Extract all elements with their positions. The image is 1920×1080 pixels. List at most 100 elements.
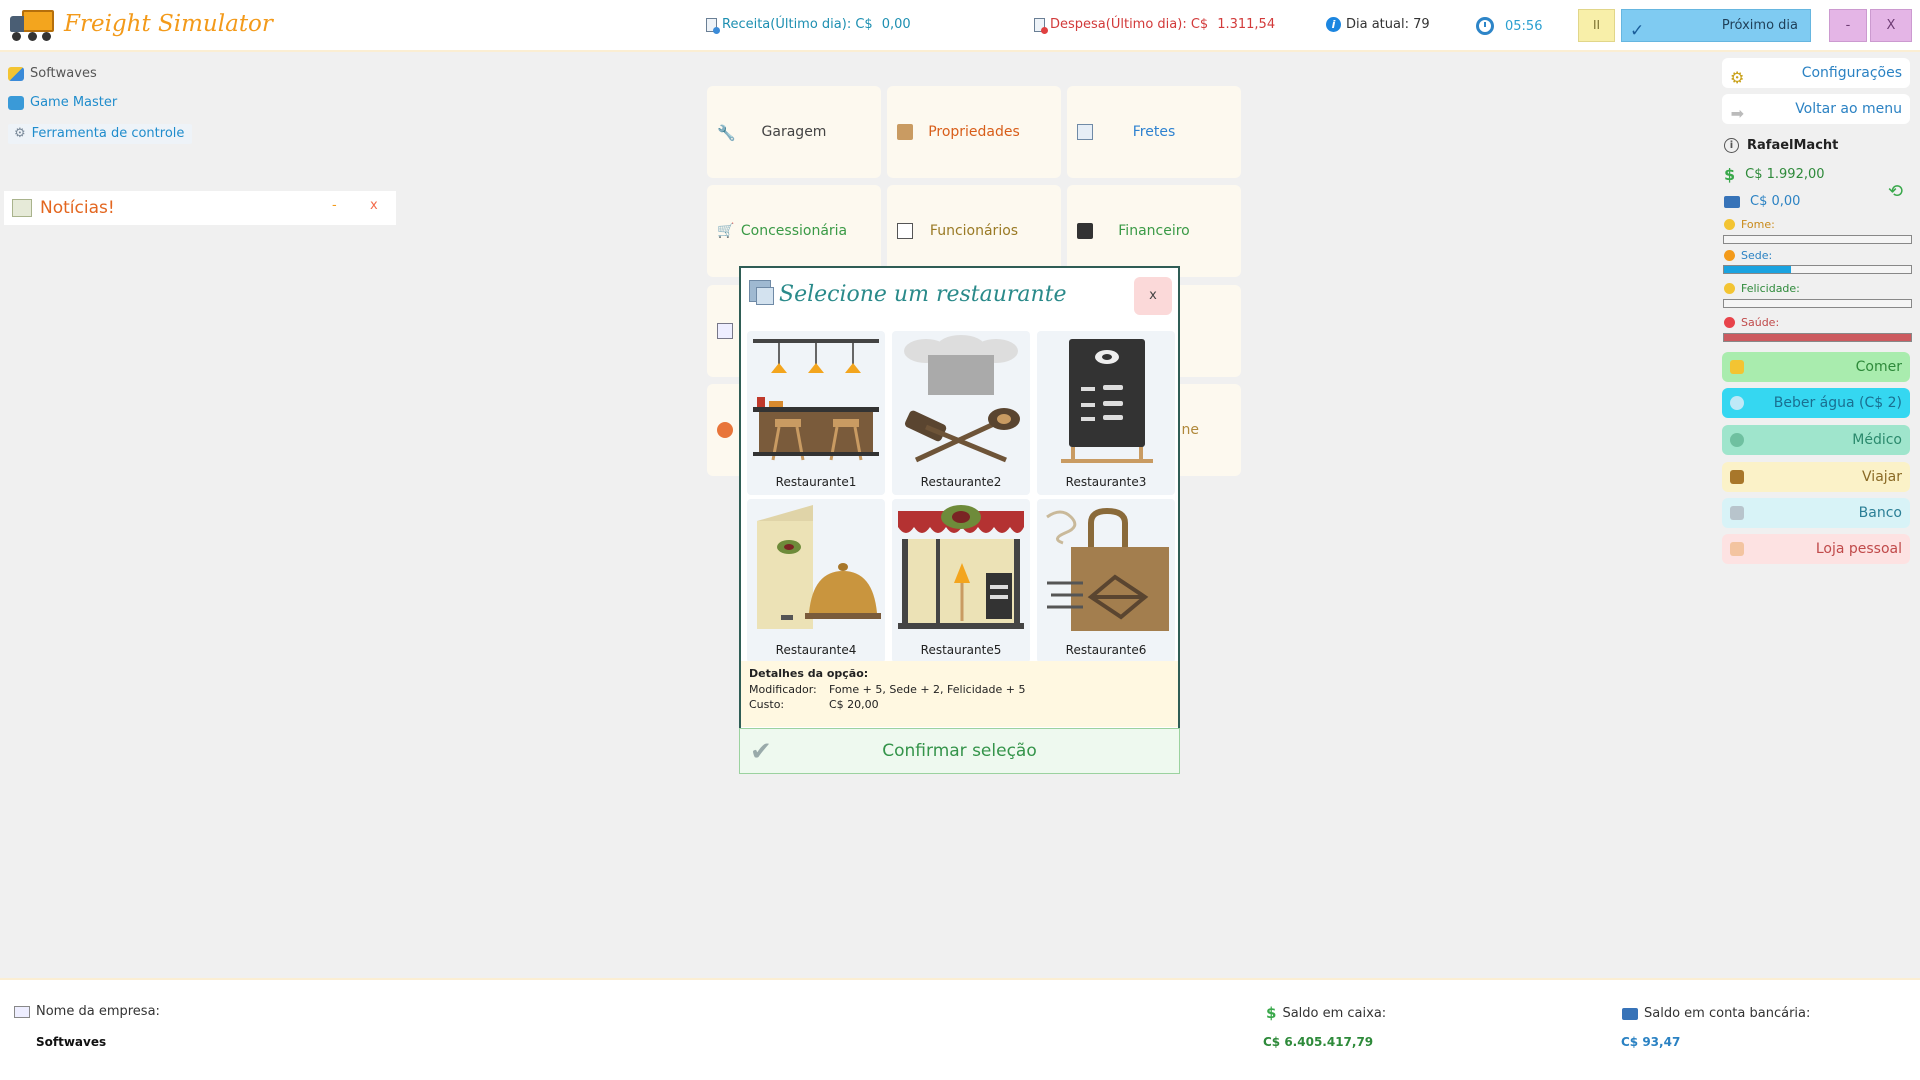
softwaves-link[interactable]: Softwaves (8, 66, 97, 81)
news-minimize-button[interactable]: - (332, 198, 337, 213)
bar-counter-icon (753, 339, 879, 461)
restaurant-option-3[interactable]: Restaurante3 (1037, 331, 1175, 495)
row4-right-label: ne (1181, 422, 1200, 438)
water-drop-icon (1730, 396, 1744, 410)
calculator-icon (1077, 223, 1093, 239)
restaurant-option-6-label: Restaurante6 (1065, 643, 1147, 657)
restaurant-option-2[interactable]: Restaurante2 (892, 331, 1030, 495)
freights-label: Fretes (1132, 124, 1176, 140)
company-name-label: Nome da empresa: (14, 1004, 160, 1019)
cart-icon: 🛒 (717, 223, 735, 239)
restaurant-option-6[interactable]: Restaurante6 (1037, 499, 1175, 663)
game-master-link[interactable]: Game Master (8, 95, 117, 110)
travel-button[interactable]: Viajar (1722, 462, 1910, 492)
restaurant-option-1[interactable]: Restaurante1 (747, 331, 885, 495)
player-cash-value: C$ 1.992,00 (1745, 167, 1825, 182)
close-button[interactable]: X (1870, 9, 1912, 42)
restaurant-option-5-label: Restaurante5 (920, 643, 1002, 657)
doctor-icon (1730, 433, 1744, 447)
bank-label-text: Saldo em conta bancária: (1644, 1006, 1811, 1021)
settings-button[interactable]: ⚙ Configurações (1722, 58, 1910, 88)
clock-time: 05:56 (1505, 18, 1543, 34)
confirm-selection-button[interactable]: ✔ Confirmar seleção (739, 728, 1180, 774)
garage-label: Garagem (761, 124, 827, 140)
takeout-bag-icon (1046, 507, 1169, 631)
checkmark-icon: ✔ (750, 737, 772, 767)
pill-icon (1724, 317, 1735, 328)
shop-icon (1730, 542, 1744, 556)
gear-icon: ⚙ (14, 126, 26, 141)
user-info: i RafaelMacht (1724, 138, 1838, 153)
cost-row: Custo: C$ 20,00 (749, 698, 1170, 711)
freight-document-icon (1077, 124, 1093, 140)
modal-header: Selecione um restaurante x (741, 268, 1178, 326)
option-details: Detalhes da opção: Modificador: Fome + 5… (741, 661, 1178, 727)
expense-stat: Despesa(Último dia): C$ 1.311,54 (1034, 17, 1275, 34)
app-title: Freight Simulator (64, 11, 273, 37)
modifier-label: Modificador: (749, 683, 817, 696)
restaurant-option-4[interactable]: Restaurante4 (747, 499, 885, 663)
username: RafaelMacht (1747, 138, 1839, 153)
list-icon (717, 323, 733, 339)
cash-label-text: Saldo em caixa: (1282, 1005, 1387, 1021)
current-day-label: Dia atual: 79 (1346, 17, 1430, 32)
revenue-label: Receita(Último dia): C$ (722, 17, 873, 32)
back-to-menu-button[interactable]: ➡ Voltar ao menu (1722, 94, 1910, 124)
dealership-label: Concessionária (740, 223, 848, 239)
news-close-button[interactable]: x (370, 198, 378, 213)
star-icon (1724, 283, 1735, 294)
minimize-button[interactable]: - (1829, 9, 1867, 42)
modal-close-button[interactable]: x (1134, 277, 1172, 315)
chef-hat-icon (904, 335, 1020, 463)
tile-dealership[interactable]: 🛒 Concessionária (707, 185, 881, 277)
drink-water-button[interactable]: Beber água (C$ 2) (1722, 388, 1910, 418)
restaurant-option-1-label: Restaurante1 (775, 475, 857, 489)
doctor-button[interactable]: Médico (1722, 425, 1910, 455)
drink-water-label: Beber água (C$ 2) (1773, 395, 1902, 411)
cash-balance-label: $ Saldo em caixa: (1266, 1004, 1386, 1022)
clipboard-icon (897, 223, 913, 239)
player-card-value: C$ 0,00 (1750, 194, 1801, 209)
tile-freights[interactable]: Fretes (1067, 86, 1241, 178)
thirst-bar (1723, 265, 1912, 274)
id-card-icon (14, 1005, 30, 1018)
current-day-stat: i Dia atual: 79 (1326, 17, 1430, 32)
credit-card-icon (1622, 1007, 1638, 1020)
control-tool-label: Ferramenta de controle (31, 126, 185, 141)
next-day-button[interactable]: ✓ Próximo dia (1621, 9, 1811, 42)
info-circle-icon: i (1724, 138, 1739, 153)
refresh-icon[interactable]: ⟲ (1888, 181, 1903, 202)
tile-properties[interactable]: Propriedades (887, 86, 1061, 178)
player-card: C$ 0,00 (1724, 194, 1800, 209)
next-day-label: Próximo dia (1721, 18, 1798, 33)
expense-label: Despesa(Último dia): C$ (1050, 17, 1209, 32)
restaurant-option-5[interactable]: Restaurante5 (892, 499, 1030, 663)
hunger-bar (1723, 235, 1912, 244)
users-icon (8, 66, 24, 81)
revenue-stat: Receita(Último dia): C$ 0,00 (706, 17, 911, 34)
player-cash: $ C$ 1.992,00 (1724, 165, 1825, 184)
restaurant-option-3-label: Restaurante3 (1065, 475, 1147, 489)
tile-employees[interactable]: Funcionários (887, 185, 1061, 277)
company-name-value: Softwaves (36, 1035, 107, 1049)
pause-button[interactable]: II (1578, 9, 1615, 42)
restaurant-modal: Selecione um restaurante x Restaurante1 … (739, 266, 1180, 774)
bank-button[interactable]: Banco (1722, 498, 1910, 528)
control-tool-link[interactable]: ⚙ Ferramenta de controle (8, 124, 193, 144)
property-icon (897, 124, 913, 140)
truck-logo-icon (10, 8, 54, 41)
health-label: Saúde: (1724, 316, 1779, 329)
clock-stat: 05:56 (1476, 17, 1542, 35)
cloche-icon (757, 505, 881, 629)
arrow-right-icon: ➡ (1730, 104, 1744, 123)
hunger-label: Fome: (1724, 218, 1775, 231)
tile-financial[interactable]: Financeiro (1067, 185, 1241, 277)
personal-shop-label: Loja pessoal (1815, 541, 1902, 557)
personal-shop-button[interactable]: Loja pessoal (1722, 534, 1910, 564)
newspaper-icon (12, 199, 32, 217)
tile-garage[interactable]: 🔧 Garagem (707, 86, 881, 178)
check-icon: ✓ (1630, 21, 1645, 41)
storefront-icon (898, 505, 1024, 629)
cost-value: C$ 20,00 (829, 698, 879, 711)
eat-button[interactable]: Comer (1722, 352, 1910, 382)
